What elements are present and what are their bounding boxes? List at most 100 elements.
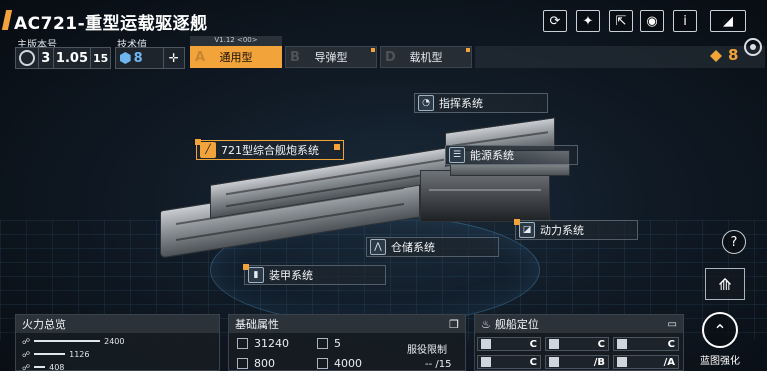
system-label: 装甲系统 [269, 269, 313, 282]
title-marker [1, 10, 13, 30]
view-button[interactable]: ◉ [640, 10, 664, 32]
cargo-icon [317, 358, 328, 369]
position-cell[interactable]: C [477, 355, 541, 369]
system-label: 指挥系统 [439, 97, 483, 110]
position-cell[interactable]: C [477, 337, 541, 351]
armor-attr: 5 [317, 337, 341, 350]
service-limit-label: 服役限制 [407, 345, 447, 356]
system-label: 能源系统 [470, 149, 514, 162]
position-cell[interactable]: C [545, 337, 609, 351]
role-icon [549, 339, 559, 349]
back-button[interactable]: ◢ [710, 10, 746, 32]
crosshair-icon: ✛ [168, 51, 179, 65]
storage-system[interactable]: ⋀ 仓储系统 [366, 237, 499, 257]
globe-icon [19, 50, 35, 66]
notification-dot [466, 48, 470, 52]
position-grade: /A [663, 356, 675, 368]
back-icon: ◢ [723, 13, 733, 29]
chevron-up-icon: ⌃ [702, 312, 738, 348]
role-icon [617, 339, 627, 349]
weapon-icon: ☍ [22, 349, 31, 359]
blueprint-enhance-button[interactable]: ⌃ 蓝图强化 [690, 312, 750, 371]
power-system[interactable]: ◪ 动力系统 [514, 219, 638, 240]
position-grade: C [529, 338, 537, 350]
firepower-row: ☍ 408 [22, 361, 64, 371]
service-limit-value: -- /15 [425, 359, 452, 370]
attributes-title: 基础属性 ❐ [229, 315, 465, 333]
tab-label: 通用型 [219, 51, 253, 64]
attributes-panel: 基础属性 ❐ 31240 5 800 4000 服役限制 -- /15 [228, 314, 466, 371]
ship-class-icon: ⟰ [718, 274, 732, 294]
power-icon: ◪ [519, 222, 535, 238]
position-grade: C [597, 338, 605, 350]
shield-icon [237, 338, 248, 349]
tech-value: 8 [133, 50, 143, 66]
corner-marker [243, 264, 249, 270]
armor-system[interactable]: ▮ 装甲系统 [243, 264, 386, 285]
main-version-number: 3 [37, 48, 53, 68]
positioning-title-text: 舰船定位 [494, 318, 539, 331]
command-system[interactable]: ◔ 指挥系统 [414, 93, 548, 113]
corner-marker [334, 144, 340, 150]
role-icon [549, 357, 559, 367]
tab-letter: D [385, 50, 396, 65]
tab-general[interactable]: A 通用型 [190, 46, 282, 68]
version-box: 3 1.05 15 [15, 47, 111, 69]
share-icon: ⇱ [615, 13, 627, 29]
armor-icon: ▮ [248, 267, 264, 283]
command-icon: ◔ [418, 95, 434, 111]
tech-hex-icon [120, 52, 131, 64]
expand-icon[interactable]: ❐ [449, 318, 459, 331]
role-icon [481, 339, 491, 349]
side-toggle[interactable] [744, 38, 762, 56]
position-grade: C [529, 356, 537, 368]
attributes-title-text: 基础属性 [235, 318, 279, 331]
sub-version: 1.05 [52, 48, 91, 68]
version-tag: V1.12 <00> [190, 36, 282, 46]
weapon-icon: ☍ [22, 336, 31, 346]
tab-letter: B [290, 50, 300, 65]
role-icon [617, 357, 627, 367]
energy-icon: ☰ [449, 147, 465, 163]
info-button[interactable]: i [673, 10, 697, 32]
camera-button[interactable]: ✦ [576, 10, 600, 32]
hp-value: 31240 [254, 337, 289, 350]
energy-system[interactable]: ☰ 能源系统 [445, 145, 578, 165]
firepower-value: 1126 [69, 349, 90, 359]
camera-icon: ✦ [582, 13, 594, 29]
cannon-icon: ╱ [200, 142, 216, 158]
tag-icon[interactable]: ▭ [668, 319, 677, 330]
sub-version-suffix: 15 [90, 48, 110, 68]
speed-value: 800 [254, 357, 275, 370]
blueprint-label: 蓝图强化 [700, 356, 740, 367]
position-cell[interactable]: C [613, 337, 679, 351]
ship-model[interactable] [150, 110, 570, 260]
speed-attr: 800 [237, 357, 275, 370]
hp-attr: 31240 [237, 337, 289, 350]
firepower-panel: 火力总览 ☍ 2400 ☍ 1126 ☍ 408 [15, 314, 220, 371]
weapon-system[interactable]: ╱ 721型综合舰炮系统 [195, 139, 344, 160]
info-icon: i [683, 13, 687, 29]
firepower-row: ☍ 1126 [22, 348, 89, 360]
firepower-title: 火力总览 [16, 315, 219, 333]
position-grade: /B [593, 356, 605, 368]
position-cell[interactable]: /B [545, 355, 609, 369]
position-cell[interactable]: /A [613, 355, 679, 369]
tab-carrier[interactable]: D 载机型 [380, 46, 472, 68]
tab-missile[interactable]: B 导弹型 [285, 46, 377, 68]
weapon-icon: ☍ [22, 362, 31, 371]
firepower-value: 2400 [104, 336, 125, 346]
position-grade: C [667, 338, 675, 350]
ship-type-button[interactable]: ⟰ [705, 268, 745, 300]
help-button[interactable]: ? [722, 230, 746, 254]
tab-label: 载机型 [409, 51, 443, 64]
top-bar: AC721-重型运载驱逐舰 ⟳ ✦ ⇱ ◉ i ◢ [0, 0, 767, 36]
help-icon: ? [730, 234, 738, 250]
corner-marker [514, 219, 520, 225]
tech-adjust-button[interactable]: ✛ [162, 48, 184, 68]
cargo-value: 4000 [334, 357, 362, 370]
firepower-bar [34, 340, 101, 342]
refresh-button[interactable]: ⟳ [543, 10, 567, 32]
share-button[interactable]: ⇱ [609, 10, 633, 32]
role-icon [481, 357, 491, 367]
